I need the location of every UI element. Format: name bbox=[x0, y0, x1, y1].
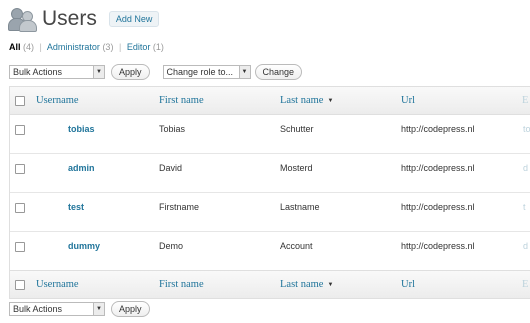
add-new-button[interactable]: Add New bbox=[108, 11, 160, 27]
dropdown-arrow-icon: ▼ bbox=[238, 66, 250, 78]
first-name-cell: Demo bbox=[159, 241, 184, 251]
filter-editor-count: (1) bbox=[152, 42, 164, 52]
bulk-actions-select-bottom[interactable]: Bulk Actions ▼ bbox=[9, 302, 105, 316]
apply-button[interactable]: Apply bbox=[111, 64, 150, 80]
row-checkbox[interactable] bbox=[15, 125, 25, 135]
row-checkbox[interactable] bbox=[15, 242, 25, 252]
apply-button-bottom[interactable]: Apply bbox=[111, 301, 150, 317]
filter-editor[interactable]: Editor bbox=[127, 42, 151, 52]
last-name-cell: Account bbox=[280, 241, 313, 251]
change-button[interactable]: Change bbox=[254, 64, 303, 80]
first-name-cell: Firstname bbox=[159, 202, 200, 212]
table-row: dummy Demo Account http://codepress.nl d bbox=[10, 231, 530, 270]
column-first-name[interactable]: First name bbox=[159, 279, 204, 290]
truncated-cell: d bbox=[523, 163, 529, 173]
bulk-actions-value: Bulk Actions bbox=[13, 304, 63, 314]
column-url[interactable]: Url bbox=[401, 95, 415, 106]
dropdown-arrow-icon: ▼ bbox=[93, 66, 104, 78]
top-tablenav: Bulk Actions ▼ Apply Change role to... ▼… bbox=[9, 64, 303, 80]
filter-separator: | bbox=[118, 42, 122, 52]
column-first-name[interactable]: First name bbox=[159, 95, 204, 106]
url-cell: http://codepress.nl bbox=[401, 241, 475, 251]
sort-desc-icon: ▼ bbox=[327, 282, 334, 288]
row-checkbox[interactable] bbox=[15, 164, 25, 174]
username-link[interactable]: tobias bbox=[68, 124, 95, 134]
url-cell: http://codepress.nl bbox=[401, 124, 475, 134]
filter-all-count: (4) bbox=[23, 42, 35, 52]
column-last-name[interactable]: Last name ▼ bbox=[280, 95, 333, 106]
username-link[interactable]: admin bbox=[68, 163, 95, 173]
column-truncated[interactable]: E bbox=[522, 95, 528, 106]
select-all-checkbox[interactable] bbox=[15, 96, 25, 106]
truncated-cell: d bbox=[523, 241, 529, 251]
table-header: Username First name Last name ▼ Url E bbox=[10, 87, 530, 115]
column-last-name[interactable]: Last name ▼ bbox=[280, 279, 333, 290]
url-cell: http://codepress.nl bbox=[401, 163, 475, 173]
sort-desc-icon: ▼ bbox=[327, 98, 334, 104]
filter-administrator[interactable]: Administrator bbox=[47, 42, 100, 52]
last-name-cell: Schutter bbox=[280, 124, 314, 134]
select-all-checkbox[interactable] bbox=[15, 280, 25, 290]
page-title: Users bbox=[42, 7, 97, 30]
role-filter-links: All (4) | Administrator (3) | Editor (1) bbox=[9, 42, 164, 52]
column-truncated[interactable]: E bbox=[522, 279, 528, 290]
truncated-cell: t bbox=[523, 202, 526, 212]
table-footer: Username First name Last name ▼ Url E bbox=[10, 270, 530, 298]
table-row: test Firstname Lastname http://codepress… bbox=[10, 192, 530, 231]
username-link[interactable]: test bbox=[68, 202, 84, 212]
dropdown-arrow-icon: ▼ bbox=[93, 303, 104, 315]
page-header: Users Add New bbox=[8, 4, 160, 34]
filter-separator: | bbox=[39, 42, 42, 52]
username-link[interactable]: dummy bbox=[68, 241, 100, 251]
column-username[interactable]: Username bbox=[36, 279, 79, 290]
table-row: tobias Tobias Schutter http://codepress.… bbox=[10, 115, 530, 153]
bulk-actions-select[interactable]: Bulk Actions ▼ bbox=[9, 65, 105, 79]
url-cell: http://codepress.nl bbox=[401, 202, 475, 212]
table-row: admin David Mosterd http://codepress.nl … bbox=[10, 153, 530, 192]
bottom-tablenav: Bulk Actions ▼ Apply bbox=[9, 301, 150, 317]
column-username[interactable]: Username bbox=[36, 95, 79, 106]
column-url[interactable]: Url bbox=[401, 279, 415, 290]
truncated-cell: to bbox=[523, 124, 530, 134]
users-table: Username First name Last name ▼ Url E tob… bbox=[9, 86, 530, 299]
last-name-cell: Mosterd bbox=[280, 163, 313, 173]
bulk-actions-value: Bulk Actions bbox=[13, 67, 63, 77]
column-last-name-label: Last name bbox=[280, 95, 324, 106]
users-icon bbox=[8, 7, 37, 32]
row-checkbox[interactable] bbox=[15, 203, 25, 213]
first-name-cell: David bbox=[159, 163, 183, 173]
filter-all[interactable]: All bbox=[9, 42, 21, 52]
column-last-name-label: Last name bbox=[280, 279, 324, 290]
filter-administrator-count: (3) bbox=[102, 42, 114, 52]
first-name-cell: Tobias bbox=[159, 124, 186, 134]
change-role-value: Change role to... bbox=[166, 67, 234, 77]
change-role-select[interactable]: Change role to... ▼ bbox=[162, 65, 251, 79]
last-name-cell: Lastname bbox=[280, 202, 320, 212]
